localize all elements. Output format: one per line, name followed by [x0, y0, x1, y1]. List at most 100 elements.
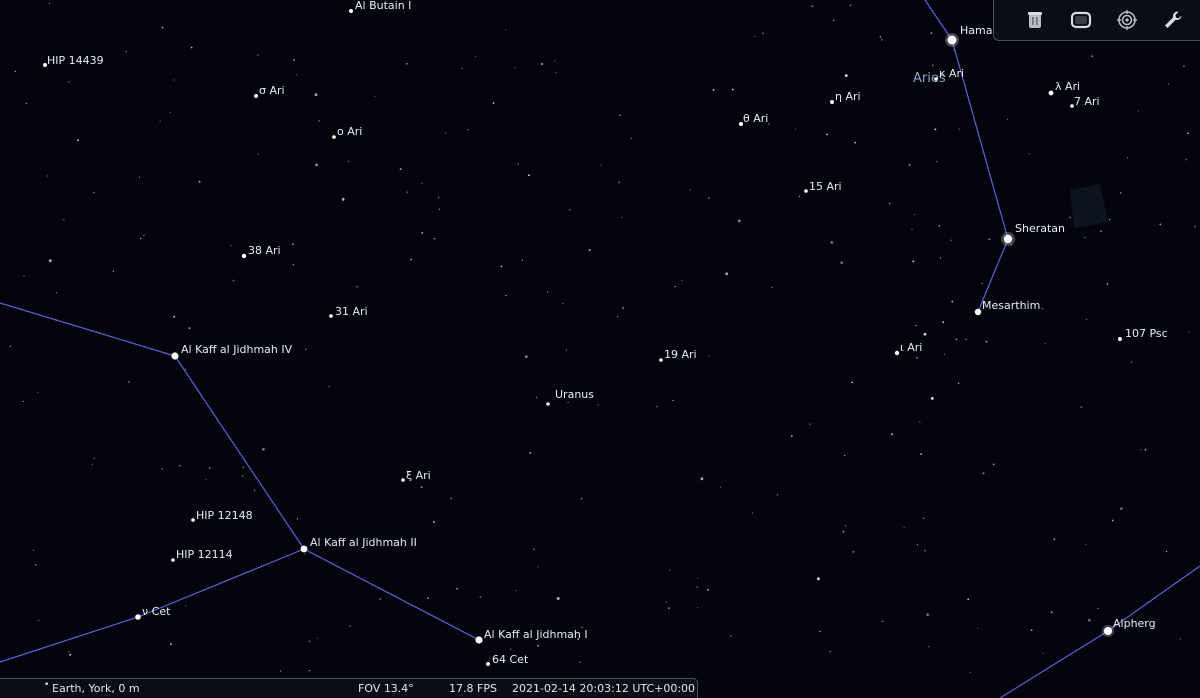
star-al-kaff-ii[interactable]: Al Kaff al Jidhmah II [300, 536, 417, 553]
star-sheratan[interactable]: Sheratan [1001, 222, 1065, 246]
background-star [461, 67, 463, 70]
star-hip-14439[interactable]: HIP 14439 [43, 54, 104, 67]
star-19-ari[interactable]: 19 Ari [659, 348, 697, 362]
background-star [1194, 226, 1196, 228]
sky-view[interactable]: Aries Al Butain I HIP 14439 σ Ari ο Ari … [0, 0, 1200, 698]
background-star [328, 386, 330, 388]
star-hip-12148[interactable]: HIP 12148 [191, 509, 253, 522]
background-star [955, 338, 958, 341]
background-star [262, 448, 265, 451]
star-64-cet[interactable]: 64 Cet [486, 653, 529, 666]
background-star [318, 120, 321, 122]
background-star [295, 74, 298, 76]
background-star [920, 453, 922, 455]
background-star [161, 468, 163, 470]
background-star [517, 163, 520, 165]
background-star [55, 292, 58, 294]
star-eta-ari[interactable]: η Ari [830, 90, 861, 104]
background-star [967, 598, 970, 601]
star-label: Hamal [960, 24, 996, 37]
background-star [689, 189, 691, 191]
star-iota-ari[interactable]: ι Ari [894, 341, 923, 356]
star-7-ari[interactable]: 7 Ari [1070, 95, 1100, 108]
background-star [672, 399, 674, 402]
background-star [696, 586, 698, 588]
background-star [125, 51, 127, 53]
star-nu-cet[interactable]: ν Cet [135, 605, 171, 620]
star-kappa-ari[interactable]: κ Ari [934, 67, 964, 81]
background-star [936, 161, 938, 163]
background-star [569, 208, 571, 211]
screen-icon[interactable] [1066, 5, 1096, 35]
trash-icon[interactable] [1020, 5, 1050, 35]
background-star [923, 332, 927, 336]
background-star [985, 340, 988, 343]
background-star [932, 64, 934, 66]
star-31-ari[interactable]: 31 Ari [329, 305, 368, 318]
background-star [1111, 519, 1114, 522]
background-star [1097, 607, 1099, 610]
background-star [205, 479, 207, 481]
star-38-ari[interactable]: 38 Ari [241, 244, 281, 259]
background-star [617, 316, 619, 318]
background-star [992, 463, 995, 466]
star-xi-ari[interactable]: ξ Ari [401, 469, 431, 482]
background-star [809, 423, 811, 425]
background-star [304, 553, 306, 555]
background-star [254, 489, 256, 492]
background-star [554, 60, 556, 62]
background-star [579, 661, 581, 664]
background-star [924, 549, 926, 552]
star-theta-ari[interactable]: θ Ari [739, 112, 768, 126]
background-star [1085, 318, 1087, 320]
background-star [881, 39, 883, 41]
background-star [410, 258, 413, 261]
target-icon[interactable] [1112, 5, 1142, 35]
background-star [159, 120, 161, 122]
background-star [521, 259, 524, 261]
status-bar: • Earth, York, 0 m FOV 13.4° 17.8 FPS 20… [0, 678, 698, 698]
background-star [188, 327, 191, 329]
star-label: 38 Ari [248, 244, 281, 257]
star-alpherg[interactable]: Alpherg [1102, 617, 1156, 637]
background-star [708, 197, 710, 199]
star-15-ari[interactable]: 15 Ari [804, 180, 842, 193]
background-star [510, 648, 512, 650]
location-dot-icon: • [44, 680, 50, 690]
star-omicron-ari[interactable]: ο Ari [332, 125, 362, 139]
star-hip-12114[interactable]: HIP 12114 [171, 548, 233, 562]
star-hamal[interactable]: Hamal [945, 24, 996, 47]
background-star [879, 36, 882, 38]
background-star [38, 619, 40, 621]
star-label: ν Cet [142, 605, 171, 618]
wrench-icon[interactable] [1158, 5, 1188, 35]
star-mesarthim[interactable]: Mesarthim [974, 299, 1041, 316]
datetime-text[interactable]: 2021-02-14 20:03:12 UTC+00:00 [512, 682, 695, 695]
star-al-kaff-i[interactable]: Al Kaff al Jidhmah I [475, 628, 588, 644]
planet-uranus[interactable]: Uranus [546, 388, 594, 406]
star-sigma-ari[interactable]: σ Ari [254, 84, 285, 98]
star-label: Al Kaff al Jidhmah I [484, 628, 588, 641]
background-star [1187, 132, 1189, 135]
star-label: HIP 14439 [47, 54, 104, 67]
star-al-butain-i[interactable]: Al Butain I [349, 0, 411, 13]
background-star [794, 128, 797, 130]
star-107-psc[interactable]: 107 Psc [1118, 327, 1168, 341]
background-star [421, 182, 423, 184]
background-star [754, 35, 756, 38]
background-star [1091, 55, 1094, 58]
star-lambda-ari[interactable]: λ Ari [1048, 80, 1081, 96]
background-star [565, 349, 568, 351]
star-al-kaff-iv[interactable]: Al Kaff al Jidhmah IV [171, 343, 293, 360]
location-text[interactable]: Earth, York, 0 m [52, 682, 140, 695]
background-star [184, 368, 186, 370]
background-star [315, 163, 318, 167]
background-star [1144, 448, 1147, 451]
background-star [912, 260, 915, 263]
background-star [1130, 361, 1133, 364]
background-star [514, 66, 516, 69]
background-star [951, 300, 954, 303]
star-label: HIP 12114 [176, 548, 233, 561]
background-star [22, 400, 24, 403]
background-star [25, 102, 27, 104]
